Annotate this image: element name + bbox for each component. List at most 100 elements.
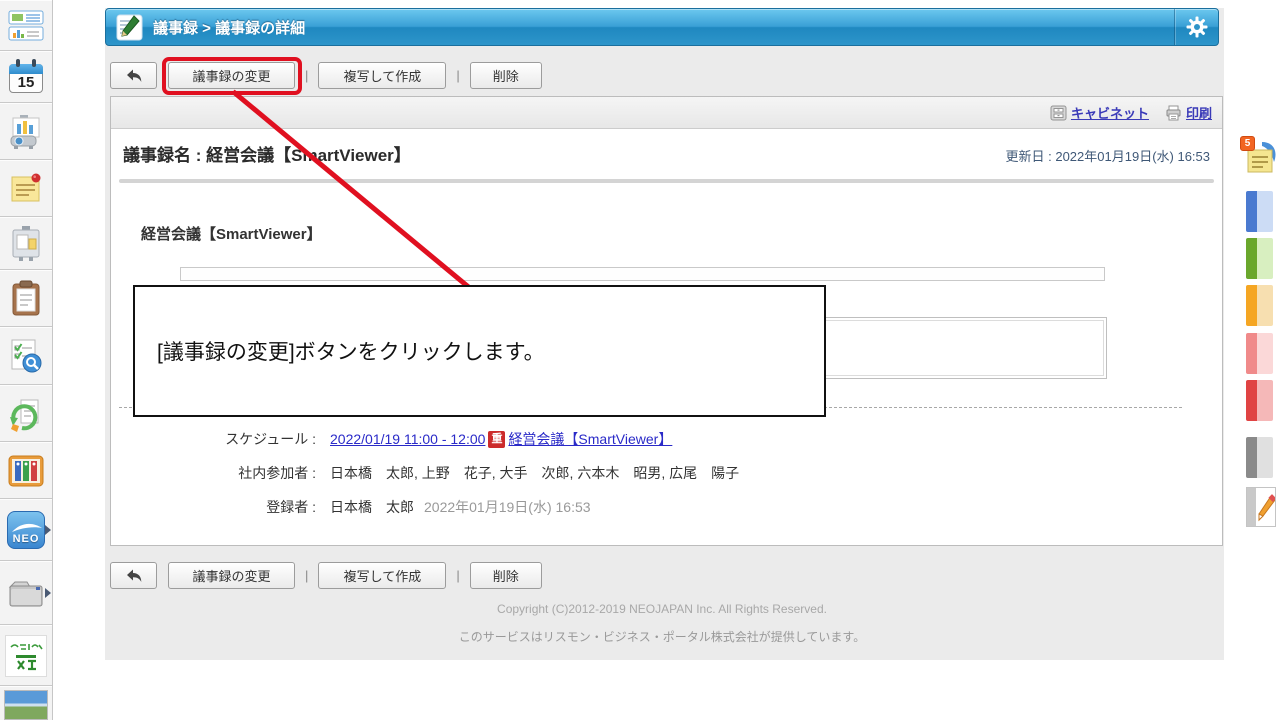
green-text-logo-icon (5, 634, 47, 677)
blue-tab-icon (1246, 191, 1257, 232)
sidebar-tab-pink[interactable] (1246, 333, 1273, 374)
back-arrow-icon (126, 569, 141, 582)
cabinet-link-label[interactable]: キャビネット (1071, 103, 1149, 122)
cabinet-link[interactable]: キャビネット (1050, 103, 1149, 122)
back-arrow-icon (126, 69, 141, 82)
sidebar-item-cabinet[interactable] (0, 217, 52, 270)
copy-create-button[interactable]: 複写して作成 (318, 61, 447, 89)
workflow-refresh-icon (10, 399, 39, 432)
minutes-subject: 経営会議【SmartViewer】 (141, 226, 322, 243)
title-divider (119, 179, 1214, 183)
annotation-text: [議事録の変更]ボタンをクリックします。 (157, 341, 545, 364)
sticky-note-icon (11, 173, 41, 201)
orange-tab-icon (1246, 285, 1257, 326)
schedule-title-link[interactable]: 経営会議【SmartViewer】 (508, 429, 672, 449)
clipboard-icon (12, 280, 40, 315)
sidebar-item-service-logo[interactable] (0, 625, 52, 686)
participants-value: 日本橋 太郎, 上野 花子, 大手 次郎, 六本木 昭男, 広尾 陽子 (330, 465, 740, 481)
back-button[interactable] (110, 561, 157, 589)
chevron-right-icon (45, 588, 51, 598)
sidebar-item-folder[interactable] (0, 561, 52, 625)
participants-row: 社内参加者 : 日本橋 太郎, 上野 花子, 大手 次郎, 六本木 昭男, 広尾… (119, 463, 739, 483)
red-tab-icon (1246, 380, 1257, 421)
important-badge: 重 (488, 430, 506, 448)
minutes-title: 議事録名 : 経営会議【SmartViewer】 (123, 141, 411, 166)
registrant-value: 日本橋 太郎 (330, 499, 414, 515)
bulletin-board-icon (12, 225, 40, 261)
settings-gear-button[interactable] (1174, 9, 1218, 45)
sidebar-tab-red[interactable] (1246, 380, 1273, 421)
gray-tab-icon (1246, 437, 1257, 478)
printer-icon (1166, 105, 1181, 120)
portal-icon (8, 10, 44, 40)
module-header: 議事録 > 議事録の詳細 (105, 8, 1219, 46)
minutes-pad-pencil-icon (116, 14, 143, 40)
toolbar-separator: | (456, 567, 460, 583)
right-sidebar: 5 (1240, 0, 1280, 720)
neo-label: NEO (12, 533, 40, 545)
sidebar-item-banner[interactable] (0, 686, 52, 720)
updated-at: 更新日 : 2022年01月19日(水) 16:53 (1005, 149, 1210, 164)
participants-label: 社内参加者 : (238, 465, 316, 481)
registered-at: 2022年01月19日(水) 16:53 (424, 499, 591, 515)
registrant-label: 登録者 : (266, 499, 316, 515)
collapsed-field (180, 267, 1105, 281)
green-tab-icon (1246, 238, 1257, 279)
schedule-label: スケジュール : (225, 431, 316, 447)
sidebar-tab-orange[interactable] (1246, 285, 1273, 326)
sidebar-item-report[interactable] (0, 270, 52, 327)
sidebar-item-portal[interactable] (0, 0, 52, 51)
pencil-icon (1246, 487, 1276, 527)
folder-icon (8, 581, 43, 607)
print-link[interactable]: 印刷 (1165, 103, 1212, 122)
memo-badge-icon: 5 (1240, 136, 1278, 178)
change-minutes-button[interactable]: 議事録の変更 (168, 561, 295, 589)
annotation-highlight-box (162, 57, 302, 95)
sidebar-item-survey[interactable] (0, 327, 52, 385)
survey-check-icon (11, 339, 42, 373)
title-row: 議事録名 : 経営会議【SmartViewer】 更新日 : 2022年01月1… (123, 141, 1210, 166)
cabinet-icon (1050, 105, 1067, 120)
sidebar-item-facility[interactable] (0, 103, 52, 160)
toolbar-bottom: 議事録の変更 | 複写して作成 | 削除 (110, 560, 542, 590)
schedule-row: スケジュール : 2022/01/19 11:00 - 12:00 重 経営会議… (119, 429, 672, 449)
sidebar-item-document[interactable] (0, 442, 52, 499)
copy-create-button[interactable]: 複写して作成 (318, 561, 447, 589)
left-sidebar: 15 NEO (0, 0, 53, 720)
ad-banner-image (4, 690, 48, 720)
breadcrumb: 議事録 > 議事録の詳細 (153, 19, 306, 37)
toolbar-separator: | (305, 567, 309, 583)
projector-chart-icon (10, 114, 40, 149)
toolbar-separator: | (456, 67, 460, 83)
annotation-callout: [議事録の変更]ボタンをクリックします。 (133, 285, 826, 417)
sidebar-item-schedule[interactable]: 15 (0, 51, 52, 103)
sidebar-item-memo[interactable] (0, 160, 52, 217)
delete-button[interactable]: 削除 (469, 61, 542, 89)
notification-count-badge: 5 (1240, 136, 1255, 151)
provider-text: このサービスはリスモン・ビジネス・ポータル株式会社が提供しています。 (458, 630, 866, 644)
schedule-time-link[interactable]: 2022/01/19 11:00 - 12:00 (330, 431, 485, 447)
calendar-day: 15 (17, 74, 35, 91)
chevron-right-icon (45, 525, 51, 535)
minutes-title-label: 議事録名 : (123, 146, 207, 165)
neo-logo-icon: NEO (7, 511, 45, 549)
binder-shelf-icon (8, 455, 44, 486)
registrant-row: 登録者 : 日本橋 太郎 2022年01月19日(水) 16:53 (119, 497, 591, 517)
delete-button[interactable]: 削除 (469, 561, 542, 589)
print-link-label[interactable]: 印刷 (1186, 103, 1212, 122)
back-button[interactable] (110, 61, 157, 89)
gear-icon (1186, 16, 1207, 38)
panel-action-strip: キャビネット 印刷 (111, 97, 1222, 129)
copyright-text: Copyright (C)2012-2019 NEOJAPAN Inc. All… (497, 602, 827, 616)
calendar-icon: 15 (9, 59, 43, 95)
sidebar-item-neo[interactable]: NEO (0, 499, 52, 561)
sidebar-tab-green[interactable] (1246, 238, 1273, 279)
sidebar-tab-gray[interactable] (1246, 437, 1273, 478)
toolbar-separator: | (305, 67, 309, 83)
sidebar-tab-blue[interactable] (1246, 191, 1273, 232)
pink-tab-icon (1246, 333, 1257, 374)
screen: 15 NEO 議事録 > 議事録の詳細 議事録の変更 | 複写して作成 | 削除… (0, 0, 1280, 720)
sidebar-item-notifications[interactable]: 5 (1240, 136, 1278, 178)
sidebar-item-workflow[interactable] (0, 385, 52, 442)
sidebar-item-edit[interactable] (1246, 487, 1276, 527)
